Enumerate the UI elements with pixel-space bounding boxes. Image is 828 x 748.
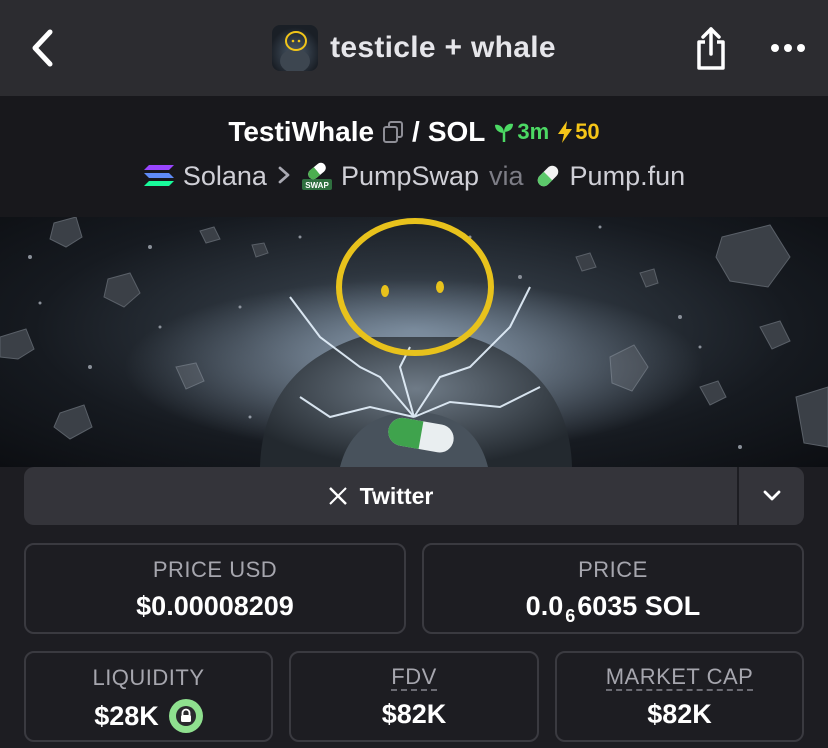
boost-count: 50 <box>575 119 600 144</box>
fdv-card: FDV $82K <box>289 651 539 742</box>
price-usd-card: PRICE USD $0.00008209 <box>24 543 406 634</box>
nav-title: testicle + whale <box>330 31 556 64</box>
market-cap-label[interactable]: MARKET CAP <box>605 665 754 691</box>
fdv-value: $82K <box>381 699 447 729</box>
copy-icon <box>383 121 404 143</box>
price-prefix: 0.0 <box>525 591 564 621</box>
market-cap-value: $82K <box>647 699 712 729</box>
twitter-button[interactable]: Twitter <box>24 467 737 525</box>
pair-header: TestiWhale / SOL 3m 50 Solana SWAP PumpS… <box>0 96 828 217</box>
liquidity-label: LIQUIDITY <box>92 665 205 690</box>
pair-separator: / <box>412 116 420 147</box>
pill-icon <box>537 165 558 187</box>
chain-link[interactable]: Solana <box>143 161 267 192</box>
social-links-bar: Twitter <box>24 467 804 525</box>
lightning-icon <box>558 121 573 143</box>
pair-age: 3m <box>493 119 549 145</box>
more-dots-icon <box>771 44 805 52</box>
boost-badge[interactable]: 50 <box>557 119 600 145</box>
pumpswap-icon: SWAP <box>301 162 332 190</box>
liquidity-card: LIQUIDITY $28K <box>24 651 273 742</box>
base-token-name: TestiWhale <box>228 116 375 147</box>
liquidity-value-row: $28K <box>94 699 203 733</box>
launchpad-name: Pump.fun <box>569 160 686 191</box>
launchpad-link[interactable]: Pump.fun <box>534 160 686 192</box>
seedling-icon <box>495 123 514 142</box>
chevron-right-icon <box>277 161 291 192</box>
more-links-toggle[interactable] <box>739 467 804 525</box>
token-avatar <box>272 25 319 71</box>
dex-name: PumpSwap <box>340 160 480 191</box>
lock-icon <box>175 706 196 726</box>
chain-name: Solana <box>182 160 267 191</box>
more-options-button[interactable] <box>764 28 812 68</box>
twitter-label: Twitter <box>359 482 434 509</box>
liquidity-lock-button[interactable] <box>168 699 203 733</box>
fdv-label[interactable]: FDV <box>391 665 437 691</box>
price-native-value: 0.0 6 6035 SOL <box>525 591 701 626</box>
quote-token-name: SOL <box>427 116 486 147</box>
route-line: Solana SWAP PumpSwap via Pump.fun <box>0 158 828 194</box>
solana-icon <box>143 165 174 186</box>
x-logo-icon <box>328 487 347 505</box>
top-nav-bar: testicle + whale <box>0 0 828 96</box>
share-icon <box>697 27 725 70</box>
token-banner-image <box>0 217 828 467</box>
liquidity-value: $28K <box>94 700 159 731</box>
share-button[interactable] <box>688 24 734 74</box>
price-rest: 6035 SOL <box>577 591 701 621</box>
market-cap-card: MARKET CAP $82K <box>555 651 804 742</box>
price-zero-count: 6 <box>565 606 576 626</box>
svg-text:SWAP: SWAP <box>305 181 329 190</box>
price-usd-label: PRICE USD <box>152 557 278 582</box>
pair-age-text: 3m <box>517 119 550 144</box>
pair-title-line: TestiWhale / SOL 3m 50 <box>0 114 828 150</box>
via-label: via <box>489 160 524 191</box>
price-native-card: PRICE 0.0 6 6035 SOL <box>422 543 804 634</box>
chevron-down-icon <box>763 490 780 501</box>
dex-link[interactable]: SWAP PumpSwap <box>301 161 479 192</box>
copy-address-button[interactable] <box>382 120 404 144</box>
price-usd-value: $0.00008209 <box>136 591 294 621</box>
price-native-label: PRICE <box>578 557 648 582</box>
